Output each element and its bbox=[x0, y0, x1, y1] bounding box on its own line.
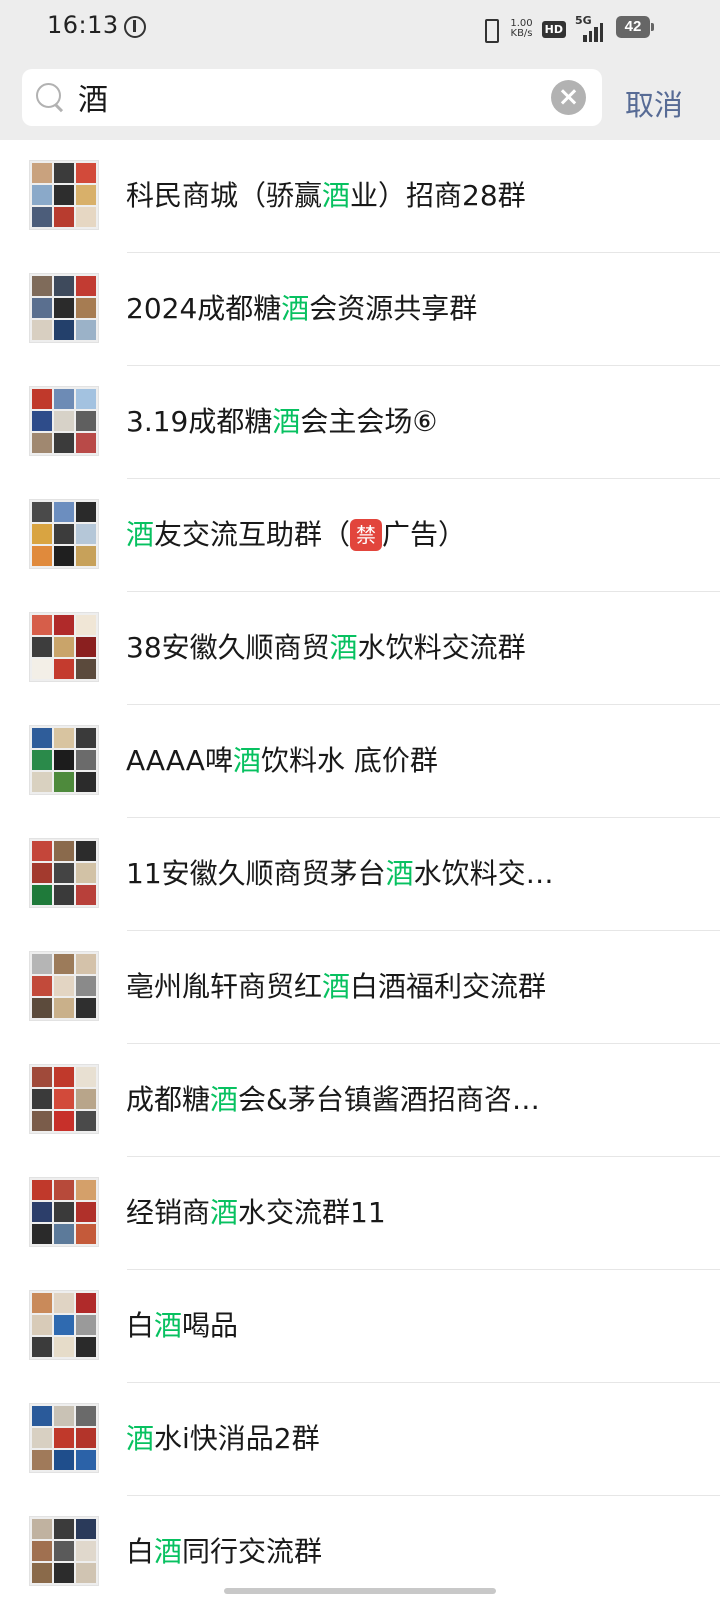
result-title-text: 亳州胤轩商贸红 bbox=[126, 970, 323, 1003]
result-title-text: 白 bbox=[126, 1535, 155, 1568]
search-icon bbox=[36, 83, 66, 113]
result-title-text: 水交流群11 bbox=[238, 1196, 386, 1229]
result-title-text: 11安徽久顺商贸茅台 bbox=[126, 857, 386, 890]
result-title: 酒友交流互助群（禁广告） bbox=[126, 516, 696, 554]
result-title-match: 酒 bbox=[322, 179, 351, 212]
result-title-text: 成都糖 bbox=[126, 1083, 211, 1116]
status-time: 16:13 bbox=[47, 11, 119, 39]
result-title-text: 水饮料交流群 bbox=[357, 631, 526, 664]
result-title: 科民商城（骄赢酒业）招商28群 bbox=[126, 177, 696, 215]
result-row[interactable]: 白酒喝品 bbox=[0, 1270, 720, 1383]
group-avatar bbox=[29, 1064, 99, 1134]
search-header: × bbox=[0, 56, 720, 140]
result-title: 亳州胤轩商贸红酒白酒福利交流群 bbox=[126, 968, 696, 1006]
group-avatar bbox=[29, 1290, 99, 1360]
result-row[interactable]: 3.19成都糖酒会主会场⑥ bbox=[0, 366, 720, 479]
result-row[interactable]: 38安徽久顺商贸酒水饮料交流群 bbox=[0, 592, 720, 705]
result-title: 白酒喝品 bbox=[126, 1307, 696, 1345]
result-title-text: 业）招商28群 bbox=[350, 179, 526, 212]
result-title: 11安徽久顺商贸茅台酒水饮料交… bbox=[126, 855, 696, 893]
result-row[interactable]: 11安徽久顺商贸茅台酒水饮料交… bbox=[0, 818, 720, 931]
result-title: 白酒同行交流群 bbox=[126, 1533, 696, 1571]
result-title: 38安徽久顺商贸酒水饮料交流群 bbox=[126, 629, 696, 667]
result-title: 酒水i快消品2群 bbox=[126, 1420, 696, 1458]
result-title-match: 酒 bbox=[126, 518, 155, 551]
result-title-text: 水i快消品2群 bbox=[154, 1422, 320, 1455]
result-title-match: 酒 bbox=[322, 970, 351, 1003]
result-row[interactable]: 酒水i快消品2群 bbox=[0, 1383, 720, 1496]
result-row[interactable]: 经销商酒水交流群11 bbox=[0, 1157, 720, 1270]
result-title-match: 酒 bbox=[210, 1196, 239, 1229]
group-avatar bbox=[29, 838, 99, 908]
result-title: 经销商酒水交流群11 bbox=[126, 1194, 696, 1232]
battery-icon: 42 bbox=[616, 16, 654, 38]
result-title-text: 38安徽久顺商贸 bbox=[126, 631, 330, 664]
group-avatar bbox=[29, 612, 99, 682]
result-row[interactable]: 白酒同行交流群 bbox=[0, 1496, 720, 1600]
ban-icon: 禁 bbox=[350, 519, 383, 551]
result-title-text: 白酒福利交流群 bbox=[350, 970, 547, 1003]
result-title: AAAA啤酒饮料水 底价群 bbox=[126, 742, 696, 780]
result-row[interactable]: 科民商城（骄赢酒业）招商28群 bbox=[0, 140, 720, 253]
result-title: 成都糖酒会&茅台镇酱酒招商咨… bbox=[126, 1081, 696, 1119]
result-title-text: 3.19成都糖 bbox=[126, 405, 273, 438]
cellular-signal-icon: 5G bbox=[575, 14, 605, 42]
result-title-match: 酒 bbox=[126, 1422, 155, 1455]
result-title-text: 饮料水 底价群 bbox=[260, 744, 438, 777]
result-title-match: 酒 bbox=[385, 857, 414, 890]
notification-app-icon bbox=[124, 16, 146, 38]
result-row[interactable]: 亳州胤轩商贸红酒白酒福利交流群 bbox=[0, 931, 720, 1044]
result-title: 3.19成都糖酒会主会场⑥ bbox=[126, 403, 696, 441]
group-avatar bbox=[29, 951, 99, 1021]
clear-search-button[interactable]: × bbox=[551, 80, 586, 115]
network-speed: 1.00 KB/s bbox=[510, 19, 532, 39]
result-title-match: 酒 bbox=[210, 1083, 239, 1116]
network-speed-unit: KB/s bbox=[510, 28, 533, 39]
group-avatar bbox=[29, 273, 99, 343]
result-title-text: AAAA啤 bbox=[126, 744, 233, 777]
result-title-text: 广告） bbox=[382, 518, 467, 551]
group-avatar bbox=[29, 499, 99, 569]
group-avatar bbox=[29, 1177, 99, 1247]
search-input[interactable] bbox=[78, 77, 548, 117]
result-title-text: 会资源共享群 bbox=[309, 292, 478, 325]
status-bar: 16:13 1.00 KB/s HD 5G 42 bbox=[0, 0, 720, 56]
hd-icon: HD bbox=[541, 20, 566, 38]
search-results-list: 科民商城（骄赢酒业）招商28群 2024成都糖酒会资源共享群 3.19成都糖酒会主会… bbox=[0, 140, 720, 1600]
search-box[interactable]: × bbox=[22, 69, 602, 126]
result-row[interactable]: 成都糖酒会&茅台镇酱酒招商咨… bbox=[0, 1044, 720, 1157]
result-title-text: 会&茅台镇酱酒招商咨… bbox=[238, 1083, 540, 1116]
result-title-text: 2024成都糖 bbox=[126, 292, 282, 325]
result-title-match: 酒 bbox=[281, 292, 310, 325]
battery-level: 42 bbox=[616, 16, 650, 38]
group-avatar bbox=[29, 725, 99, 795]
result-title-text: 白 bbox=[126, 1309, 155, 1342]
result-title-match: 酒 bbox=[154, 1535, 183, 1568]
result-title-match: 酒 bbox=[329, 631, 358, 664]
group-avatar bbox=[29, 386, 99, 456]
group-avatar bbox=[29, 160, 99, 230]
result-title-match: 酒 bbox=[232, 744, 261, 777]
result-row[interactable]: 2024成都糖酒会资源共享群 bbox=[0, 253, 720, 366]
result-title-text: 经销商 bbox=[126, 1196, 211, 1229]
group-avatar bbox=[29, 1403, 99, 1473]
result-title-text: 同行交流群 bbox=[182, 1535, 323, 1568]
home-indicator[interactable] bbox=[224, 1588, 496, 1594]
result-title-text: 会主会场⑥ bbox=[300, 405, 438, 438]
vibrate-icon bbox=[479, 17, 501, 43]
result-row[interactable]: 酒友交流互助群（禁广告） bbox=[0, 479, 720, 592]
result-title-match: 酒 bbox=[272, 405, 301, 438]
cancel-button[interactable]: 取消 bbox=[625, 82, 683, 124]
result-title: 2024成都糖酒会资源共享群 bbox=[126, 290, 696, 328]
result-title-text: 科民商城（骄赢 bbox=[126, 179, 323, 212]
result-title-text: 水饮料交… bbox=[413, 857, 554, 890]
result-title-match: 酒 bbox=[154, 1309, 183, 1342]
result-title-text: 喝品 bbox=[182, 1309, 239, 1342]
result-title-text: 友交流互助群（ bbox=[154, 518, 351, 551]
group-avatar bbox=[29, 1516, 99, 1586]
result-row[interactable]: AAAA啤酒饮料水 底价群 bbox=[0, 705, 720, 818]
